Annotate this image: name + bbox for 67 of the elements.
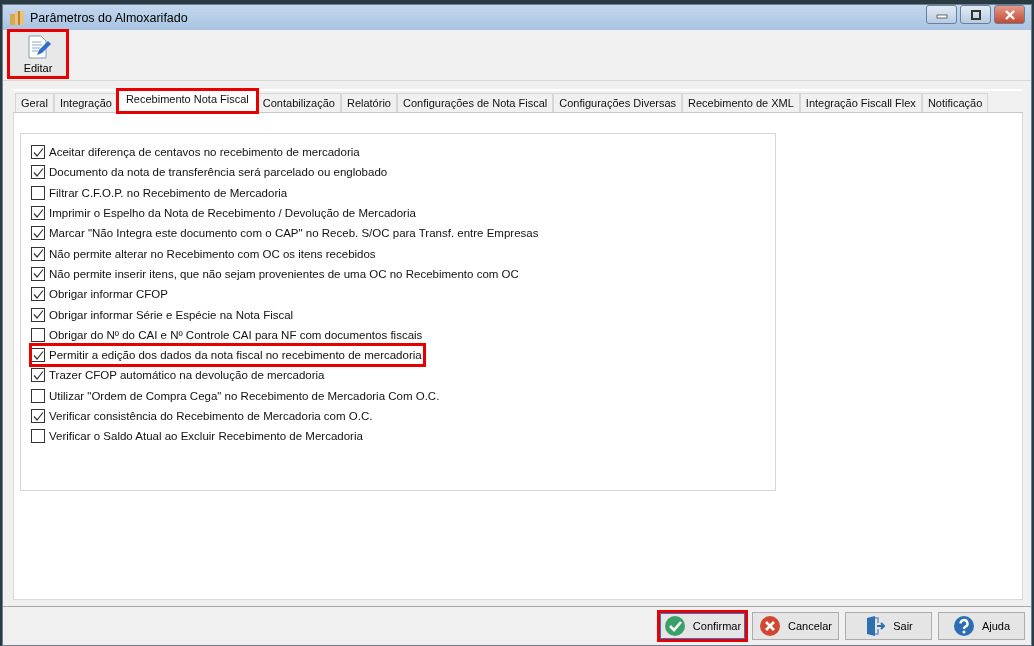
checkbox[interactable] (31, 307, 45, 322)
check-icon (32, 309, 44, 320)
checkbox-label: Obrigar informar Série e Espécie na Nota Fiscal (49, 308, 294, 321)
check-icon (32, 349, 44, 361)
boxes-icon (9, 9, 25, 26)
checkbox-label: Verificar consistência do Recebimento de Mercadoria com O.C. (49, 410, 373, 422)
tab[interactable]: Configurações Diversas (553, 93, 683, 112)
exit-button[interactable]: Sair (845, 612, 932, 640)
checkbox-label: Filtrar C.F.O.P. no Recebimento de Mercadoria (49, 186, 288, 199)
checkbox-label: Marcar "Não Integra este documento com o CAP" no Receb. S/OC para Transf. entre Empresas (49, 227, 539, 240)
check-icon (32, 369, 44, 381)
check-icon (32, 410, 44, 422)
checkbox-label: Documento da nota de transferência será parcelado ou englobado (49, 166, 388, 179)
help-button[interactable]: Ajuda (938, 612, 1025, 640)
close-icon (1002, 9, 1017, 20)
checkbox-label: Utilizar "Ordem de Compra Cega" no Recebimento de Mercadoria Com O.C. (49, 389, 440, 402)
checkbox[interactable] (31, 226, 45, 241)
checkbox[interactable] (31, 206, 45, 221)
checkbox[interactable] (31, 388, 45, 403)
tab[interactable]: Integração (53, 93, 118, 112)
checkbox-label: Não permite inserir itens, que não sejam provenientes de uma OC no Recebimento com OC (49, 267, 519, 280)
checkbox[interactable] (31, 266, 45, 281)
checkbox[interactable] (31, 185, 45, 200)
checkbox-label: Permitir a edição dos dados da nota fiscal no recebimento de mercadoria (49, 349, 422, 362)
maximize-icon (969, 9, 982, 20)
checkbox-label: Obrigar informar CFOP (49, 288, 168, 301)
check-icon (32, 166, 44, 178)
check-icon (32, 146, 44, 158)
document-pencil-icon (25, 34, 51, 60)
close-button[interactable] (994, 5, 1025, 24)
door-arrow-icon (864, 615, 887, 637)
tab[interactable]: Relatório (340, 93, 397, 112)
checkbox-label: Aceitar diferença de centavos no recebimento de mercadoria (49, 146, 360, 159)
checkbox[interactable] (31, 165, 45, 180)
tab[interactable]: Recebimento Nota Fiscal (117, 90, 257, 112)
tab[interactable]: Configurações de Nota Fiscal (396, 93, 554, 112)
checkbox[interactable] (31, 327, 45, 342)
cross-circle-icon (759, 615, 781, 637)
checkbox[interactable] (31, 368, 45, 383)
checkbox[interactable] (31, 429, 45, 444)
checkbox-label: Obrigar do Nº do CAI e Nº Controle CAI para NF com documentos fiscais (49, 328, 423, 341)
confirm-button[interactable]: Confirmar (659, 612, 746, 640)
tab[interactable]: Integração Fiscall Flex (799, 93, 922, 112)
tab[interactable]: Notificação (921, 93, 989, 112)
check-icon (32, 248, 44, 260)
tab[interactable]: Geral (15, 93, 54, 112)
checkbox[interactable] (31, 246, 45, 261)
checkbox-label: Imprimir o Espelho da Nota de Recebimento / Devolução de Mercadoria (49, 207, 416, 220)
checkbox-label: Verificar o Saldo Atual ao Excluir Recebimento de Mercadoria (49, 430, 363, 443)
cancel-button[interactable]: Cancelar (752, 612, 839, 640)
check-icon (32, 207, 44, 219)
tab[interactable]: Recebimento de XML (682, 93, 800, 112)
window-title: Parâmetros do Almoxarifado (30, 10, 189, 25)
checkbox-label: Trazer CFOP automático na devolução de mercadoria (49, 369, 325, 382)
check-icon (32, 288, 44, 300)
check-circle-icon (663, 615, 686, 637)
checkbox[interactable] (31, 348, 45, 363)
checkbox-label: Não permite alterar no Recebimento com OC os itens recebidos (49, 247, 376, 260)
help-icon (952, 615, 975, 637)
tab[interactable]: Contabilização (256, 93, 341, 112)
edit-button[interactable]: Editar (9, 31, 67, 77)
check-icon (32, 268, 44, 280)
checkbox[interactable] (31, 409, 45, 423)
checkbox[interactable] (31, 145, 45, 160)
maximize-button[interactable] (960, 5, 991, 24)
check-icon (32, 227, 44, 239)
checkbox[interactable] (31, 287, 45, 302)
